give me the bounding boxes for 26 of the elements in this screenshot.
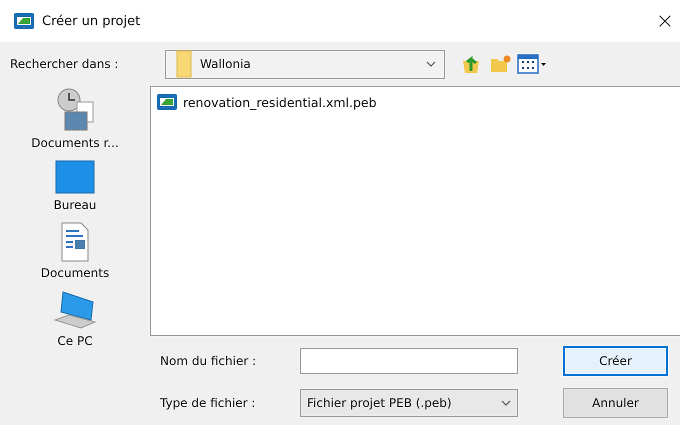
- file-item[interactable]: renovation_residential.xml.peb: [155, 93, 379, 111]
- look-in-dropdown[interactable]: Wallonia: [165, 50, 445, 78]
- document-icon: [60, 222, 89, 262]
- create-button[interactable]: Créer: [563, 346, 668, 376]
- folder-icon: [176, 50, 192, 78]
- chevron-icon: [501, 400, 511, 406]
- place-item[interactable]: Documents: [36, 220, 114, 282]
- new-folder-button[interactable]: [489, 53, 511, 75]
- file-type-dropdown[interactable]: Fichier projet PEB (.peb): [300, 389, 518, 417]
- file-name-label: Nom du fichier :: [160, 354, 258, 368]
- place-item[interactable]: Ce PC: [49, 288, 101, 350]
- view-menu-button[interactable]: [517, 53, 547, 75]
- place-item[interactable]: Bureau: [50, 158, 100, 214]
- place-item[interactable]: Documents r...: [27, 86, 123, 152]
- look-in-label: Rechercher dans :: [10, 57, 120, 71]
- chevron-icon: [426, 61, 436, 67]
- file-type-label: Type de fichier :: [160, 396, 256, 410]
- file-name-field[interactable]: [300, 348, 518, 374]
- computer-icon: [53, 290, 97, 330]
- cancel-button[interactable]: Annuler: [563, 388, 668, 418]
- file-icon: [157, 94, 177, 110]
- window-title: Créer un projet: [42, 14, 142, 28]
- app-icon: [14, 13, 34, 29]
- close-button[interactable]: ×: [650, 8, 680, 34]
- desktop-icon: [54, 160, 95, 194]
- recent-documents-icon: [54, 88, 95, 132]
